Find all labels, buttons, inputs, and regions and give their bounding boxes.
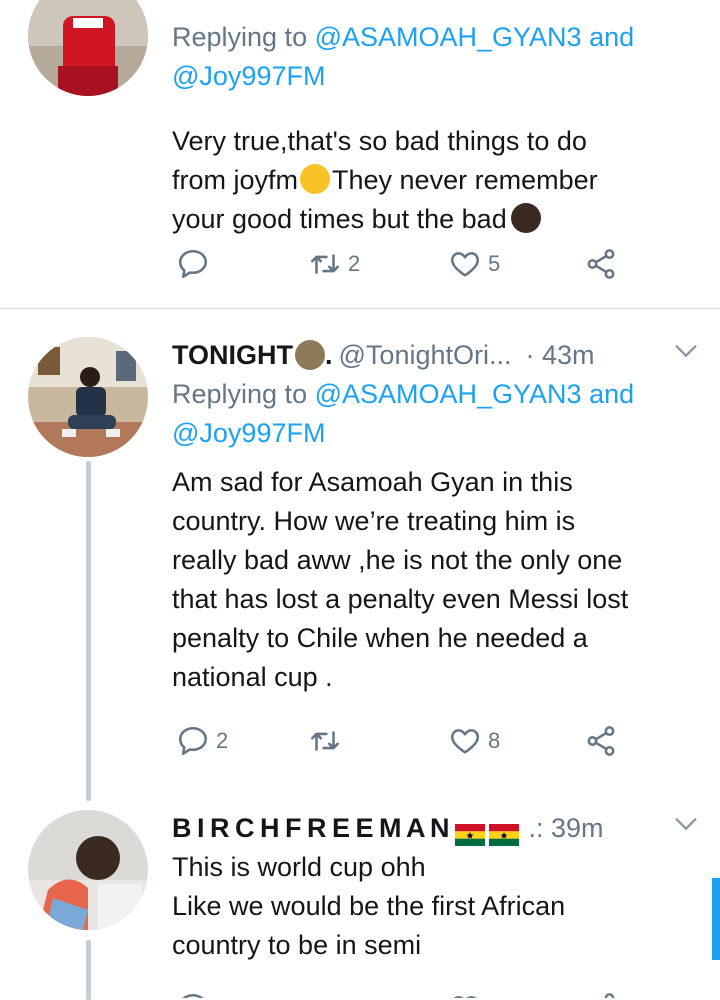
mention-link[interactable]: @Joy997FM [172,418,325,448]
user-handle[interactable]: @TonightOri... [339,335,512,375]
heart-icon [450,729,480,754]
reply-button[interactable] [176,244,216,284]
tweet-3[interactable]: B I R C H F R E E M A N .: 39m This is w… [0,800,720,1000]
reply-button[interactable]: 2 [176,721,228,761]
reply-icon [182,993,204,998]
like-button[interactable]: 5 [448,244,500,284]
retweet-icon [308,991,342,998]
ghana-flag-emoji [488,817,519,846]
retweet-icon [310,254,340,274]
share-icon [587,249,615,279]
thread-line [86,461,91,801]
reply-button[interactable] [176,988,210,998]
reply-icon [178,249,208,279]
share-icon [587,726,615,756]
mention-link[interactable]: @ASAMOAH_GYAN3 [315,22,582,52]
tweet-text: Very true,that's so bad things to do fro… [172,126,598,234]
timestamp[interactable]: · 43m [525,335,594,375]
tweet-header: TONIGHT . @TonightOri... · 43m [172,335,700,375]
avatar[interactable] [28,810,148,930]
thread-line [86,940,91,1000]
retweet-button[interactable] [308,721,348,761]
heart-icon [453,996,477,998]
share-icon [604,993,615,998]
mention-link[interactable]: @ASAMOAH_GYAN3 [315,379,582,409]
replying-to: Replying to @ASAMOAH_GYAN3 and @Joy997FM [172,22,635,91]
ghana-flag-emoji [454,817,485,846]
share-button[interactable] [584,721,618,761]
avatar[interactable] [28,337,148,457]
share-button[interactable] [584,988,618,998]
tweet-2[interactable]: TONIGHT . @TonightOri... · 43m Replying … [0,309,720,801]
eagle-emoji [295,340,325,370]
mention-link[interactable]: @Joy997FM [172,61,325,91]
mention-and: and [581,22,635,52]
person-emoji [510,203,541,233]
retweet-button[interactable] [308,988,342,998]
tweet-1[interactable]: Replying to @ASAMOAH_GYAN3 and @Joy997FM… [0,0,720,308]
thinking-face-emoji [300,164,331,194]
reply-icon [178,726,208,756]
like-button[interactable]: 8 [448,721,500,761]
display-name[interactable]: B I R C H F R E E M A N [172,808,450,848]
chevron-down-icon[interactable] [672,810,700,838]
avatar[interactable] [28,0,148,96]
retweet-icon [310,731,340,751]
share-button[interactable] [584,244,618,284]
scrollbar-thumb[interactable] [712,878,720,960]
chevron-down-icon[interactable] [672,337,700,365]
display-name[interactable]: TONIGHT [172,335,293,375]
tweet-text: Am sad for Asamoah Gyan in this country.… [172,467,629,692]
like-button[interactable] [448,988,482,998]
retweet-button[interactable]: 2 [308,244,360,284]
tweet-header: B I R C H F R E E M A N .: 39m [172,808,700,848]
replying-to: Replying to @ASAMOAH_GYAN3 and @Joy997FM [172,379,635,448]
heart-icon [450,252,480,277]
timestamp[interactable]: .: 39m [529,808,604,848]
tweet-text: This is world cup ohh Like we would be t… [172,852,566,960]
